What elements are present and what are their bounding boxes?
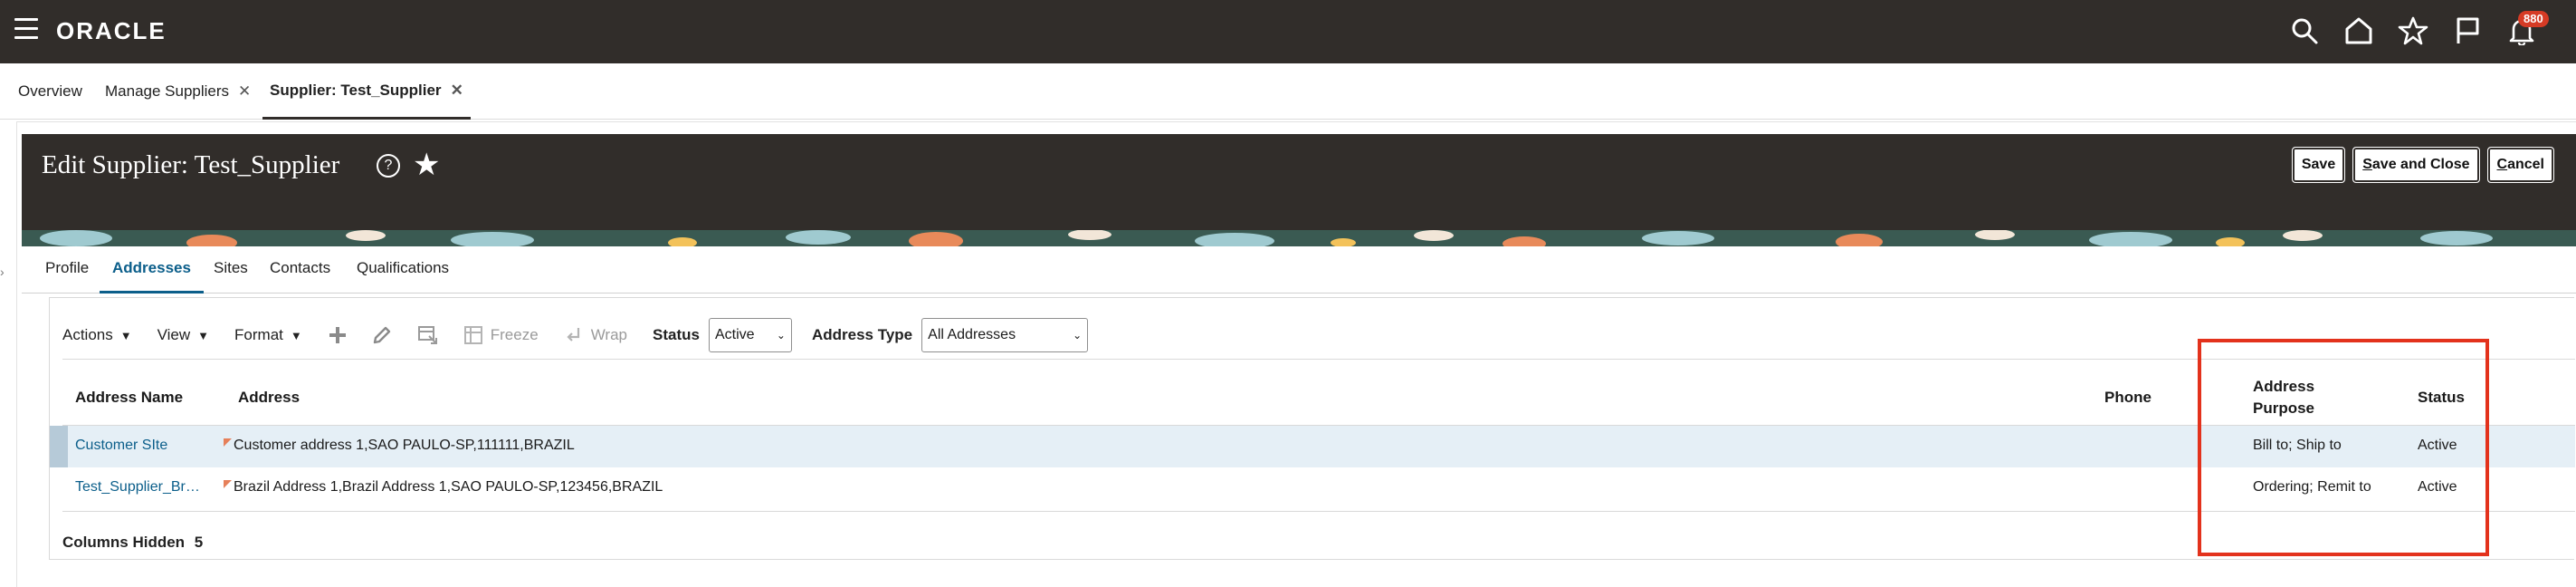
freeze-icon (463, 326, 482, 344)
search-icon[interactable] (2286, 13, 2323, 49)
address-name-link[interactable]: Test_Supplier_Br… (75, 479, 200, 496)
cancel-mnemonic: C (2496, 157, 2508, 172)
address-text: Brazil Address 1,Brazil Address 1,SAO PA… (234, 479, 663, 495)
subtab-addresses[interactable]: Addresses (100, 259, 204, 294)
save-and-close-mnemonic: S (2362, 157, 2372, 172)
tab-label: Overview (18, 82, 82, 100)
status-filter-label: Status (653, 326, 700, 343)
address-text: Customer address 1,SAO PAULO-SP,111111,B… (234, 438, 575, 453)
wrap-icon (567, 328, 579, 342)
detach-table-icon[interactable] (416, 324, 440, 346)
favorites-star-icon[interactable] (2395, 13, 2431, 49)
columns-hidden-count: 5 (194, 534, 204, 551)
subtab-qualifications[interactable]: Qualifications (357, 259, 449, 294)
address-type-filter-select[interactable]: All Addresses ⌄ (921, 318, 1089, 352)
table-row[interactable]: Customer SIte Customer address 1,SAO PAU… (50, 426, 2575, 467)
app-top-bar: ORACLE 880 (0, 0, 2576, 63)
address-type-filter-value: All Addresses (928, 327, 1016, 342)
subtab-contacts[interactable]: Contacts (270, 259, 330, 294)
actions-menu[interactable]: Actions ▼ (62, 326, 132, 344)
add-icon[interactable] (328, 325, 348, 345)
favorite-star-icon[interactable]: ★ (413, 147, 440, 183)
caret-down-icon: ▼ (119, 328, 132, 342)
highlight-box (2198, 339, 2489, 556)
format-label: Format (234, 326, 283, 343)
freeze-button[interactable]: Freeze (463, 325, 539, 345)
column-header-address-name[interactable]: Address Name (75, 389, 183, 407)
columns-hidden-status: Columns Hidden 5 (62, 534, 203, 552)
close-icon[interactable]: ✕ (238, 82, 251, 101)
subtab-profile[interactable]: Profile (45, 259, 89, 294)
format-menu[interactable]: Format ▼ (234, 326, 302, 344)
tab-label: Manage Suppliers (105, 82, 230, 100)
chevron-down-icon: ⌄ (1073, 329, 1083, 342)
chevron-down-icon: ⌄ (776, 329, 786, 342)
close-icon[interactable]: ✕ (451, 82, 463, 100)
wrap-button[interactable]: Wrap (564, 325, 627, 345)
header-buttons: Save Save and Close Cancel (2285, 147, 2554, 183)
caret-down-icon: ▼ (290, 328, 302, 342)
addresses-panel: Actions ▼ View ▼ Format ▼ Freeze Wrap Statu… (49, 297, 2575, 560)
cancel-label: ancel (2507, 157, 2544, 172)
save-button[interactable]: Save (2291, 147, 2346, 183)
status-filter-value: Active (714, 327, 755, 342)
table-row[interactable]: Test_Supplier_Br… Brazil Address 1,Brazi… (50, 467, 2575, 509)
page-header: Edit Supplier: Test_Supplier ? ★ Save Sa… (22, 134, 2576, 230)
save-and-close-label: ave and Close (2371, 157, 2470, 172)
home-icon[interactable] (2341, 13, 2377, 49)
flag-marker-icon (224, 480, 232, 488)
address-cell: Brazil Address 1,Brazil Address 1,SAO PA… (224, 479, 663, 496)
caret-down-icon: ▼ (197, 328, 210, 342)
decorative-banner (22, 230, 2576, 246)
edit-pencil-icon[interactable] (371, 324, 393, 346)
page-tab-bar: Overview Manage Suppliers ✕ Supplier: Te… (0, 63, 2576, 120)
row-selection-marker (50, 426, 68, 467)
status-filter-select[interactable]: Active ⌄ (708, 318, 792, 352)
page-title: Edit Supplier: Test_Supplier (42, 150, 340, 179)
columns-hidden-label: Columns Hidden (62, 534, 186, 551)
collapse-arrow-icon[interactable]: › (0, 265, 5, 279)
notifications-bell-icon[interactable]: 880 (2504, 11, 2549, 49)
tab-manage-suppliers[interactable]: Manage Suppliers ✕ (105, 63, 251, 120)
column-header-phone[interactable]: Phone (2104, 389, 2151, 407)
wrap-label: Wrap (590, 326, 627, 343)
cancel-button[interactable]: Cancel (2486, 147, 2554, 183)
view-menu[interactable]: View ▼ (157, 326, 209, 344)
global-icons: 880 (2268, 11, 2549, 49)
oracle-logo: ORACLE (56, 17, 167, 44)
notification-count-badge: 880 (2518, 11, 2549, 27)
tab-supplier-test-supplier[interactable]: Supplier: Test_Supplier ✕ (262, 63, 471, 120)
view-label: View (157, 326, 191, 343)
supplier-subtabs: Profile Addresses Sites Contacts Qualifi… (22, 246, 2576, 294)
menu-icon[interactable] (14, 18, 38, 43)
column-header-address[interactable]: Address (238, 389, 300, 407)
actions-label: Actions (62, 326, 113, 343)
address-name-link[interactable]: Customer SIte (75, 438, 167, 454)
table-toolbar: Actions ▼ View ▼ Format ▼ Freeze Wrap Statu… (62, 316, 1108, 354)
help-icon[interactable]: ? (377, 154, 400, 178)
freeze-label: Freeze (490, 326, 539, 343)
flag-marker-icon (224, 438, 232, 447)
address-type-filter-label: Address Type (811, 326, 913, 343)
save-and-close-button[interactable]: Save and Close (2352, 147, 2480, 183)
tab-overview[interactable]: Overview (18, 63, 82, 120)
subtab-sites[interactable]: Sites (214, 259, 248, 294)
tab-label: Supplier: Test_Supplier (270, 81, 442, 99)
flag-icon[interactable] (2449, 13, 2485, 49)
address-cell: Customer address 1,SAO PAULO-SP,111111,B… (224, 438, 575, 454)
